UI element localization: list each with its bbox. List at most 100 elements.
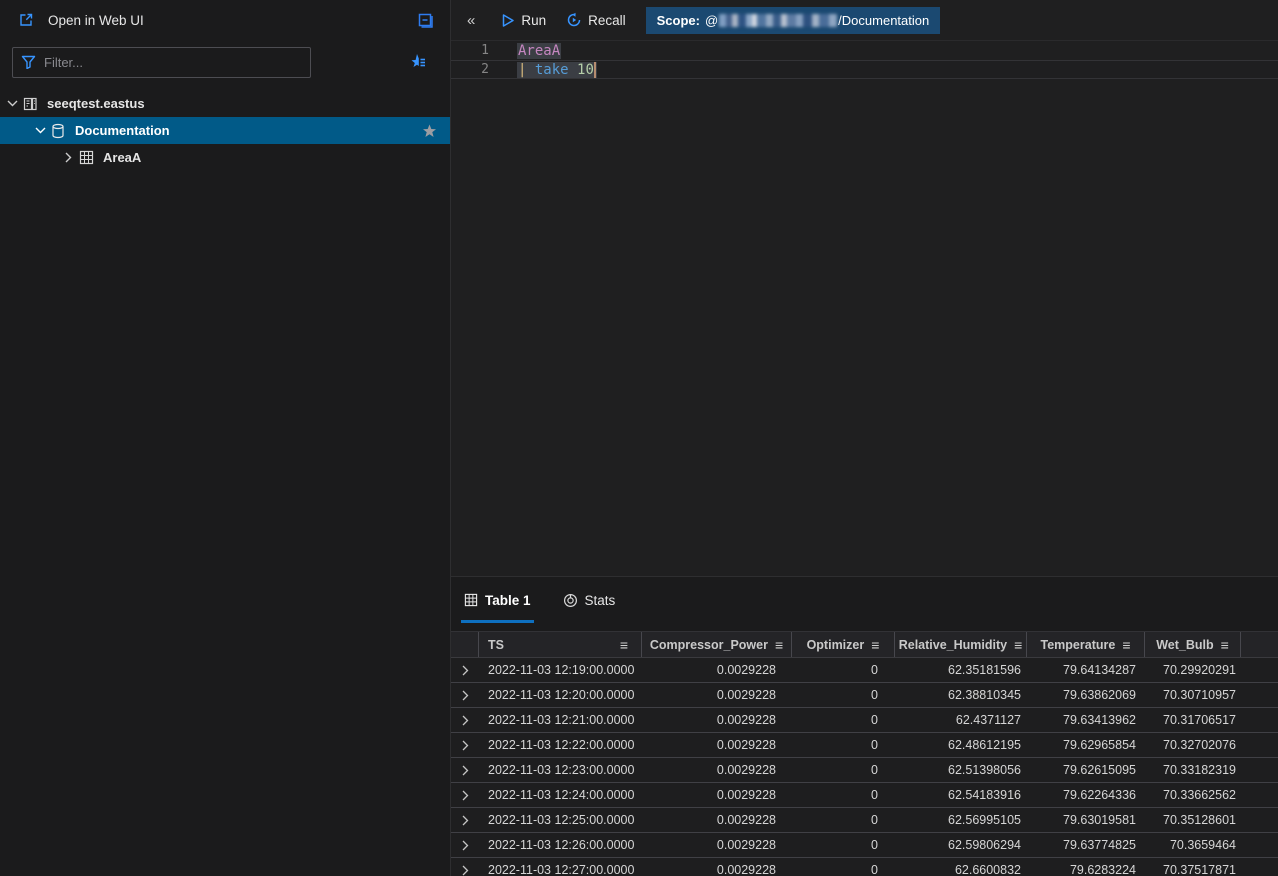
cell-optimizer: 0 (792, 758, 895, 782)
table-icon (464, 593, 478, 607)
sidebar-title[interactable]: Open in Web UI (48, 13, 144, 28)
row-expander[interactable] (451, 858, 479, 876)
cell-optimizer: 0 (792, 683, 895, 707)
chevron-right-icon[interactable] (60, 152, 76, 163)
cell-temperature: 79.62965854 (1027, 733, 1145, 757)
editor-line: 1 AreaA (451, 41, 1278, 60)
row-expander[interactable] (451, 733, 479, 757)
column-menu-icon[interactable]: ≡ (1014, 638, 1022, 652)
column-header-ts[interactable]: TS ≡ (479, 632, 642, 657)
filter-bar (0, 40, 450, 84)
cell-relative-humidity: 62.4371127 (895, 708, 1027, 732)
token-pipe: | (518, 62, 526, 78)
editor-line-current: 2 | take 10 (451, 60, 1278, 79)
table-row[interactable]: 2022-11-03 12:20:00.0000 0.0029228 0 62.… (451, 683, 1278, 708)
cell-compressor-power: 0.0029228 (642, 658, 792, 682)
cell-optimizer: 0 (792, 783, 895, 807)
column-menu-icon[interactable]: ≡ (871, 638, 879, 652)
database-icon (48, 123, 68, 139)
table-row[interactable]: 2022-11-03 12:26:00.0000 0.0029228 0 62.… (451, 833, 1278, 858)
column-menu-icon[interactable]: ≡ (1221, 638, 1229, 652)
row-expander[interactable] (451, 783, 479, 807)
cell-ts: 2022-11-03 12:19:00.0000 (479, 658, 642, 682)
run-button[interactable]: Run (495, 13, 552, 28)
star-icon[interactable] (422, 124, 437, 138)
row-expander[interactable] (451, 833, 479, 857)
cell-compressor-power: 0.0029228 (642, 683, 792, 707)
column-header-wet-bulb[interactable]: Wet_Bulb ≡ (1145, 632, 1241, 657)
cell-wet-bulb: 70.33182319 (1145, 758, 1241, 782)
grid-header-row: TS ≡ Compressor_Power ≡ Optimizer ≡ Rela… (451, 631, 1278, 658)
cell-compressor-power: 0.0029228 (642, 808, 792, 832)
panel-layout-icon[interactable] (414, 8, 438, 32)
app-window: Open in Web UI (0, 0, 1278, 876)
table-row[interactable]: 2022-11-03 12:19:00.0000 0.0029228 0 62.… (451, 658, 1278, 683)
query-editor[interactable]: 1 AreaA 2 | take 10 (451, 41, 1278, 576)
chevron-right-icon (462, 765, 469, 776)
row-expander[interactable] (451, 683, 479, 707)
text-cursor (594, 62, 596, 78)
column-menu-icon[interactable]: ≡ (620, 638, 628, 652)
row-expander[interactable] (451, 708, 479, 732)
cell-compressor-power: 0.0029228 (642, 833, 792, 857)
tree-item-label: seeqtest.eastus (47, 96, 145, 111)
token-number: 10 (577, 62, 594, 78)
chevron-right-icon (462, 740, 469, 751)
chevron-right-icon (462, 715, 469, 726)
column-menu-icon[interactable]: ≡ (1122, 638, 1130, 652)
run-icon (501, 13, 515, 28)
line-number: 1 (451, 43, 517, 58)
chevron-down-icon[interactable] (32, 127, 48, 134)
filter-box[interactable] (12, 47, 311, 78)
header-expander-cell (451, 632, 479, 657)
table-row[interactable]: 2022-11-03 12:21:00.0000 0.0029228 0 62.… (451, 708, 1278, 733)
table-row[interactable]: 2022-11-03 12:22:00.0000 0.0029228 0 62.… (451, 733, 1278, 758)
cell-optimizer: 0 (792, 833, 895, 857)
table-row[interactable]: 2022-11-03 12:25:00.0000 0.0029228 0 62.… (451, 808, 1278, 833)
filter-input[interactable] (44, 55, 302, 70)
cell-wet-bulb: 70.29920291 (1145, 658, 1241, 682)
open-external-icon[interactable] (14, 8, 38, 32)
cell-optimizer: 0 (792, 658, 895, 682)
table-row[interactable]: 2022-11-03 12:23:00.0000 0.0029228 0 62.… (451, 758, 1278, 783)
cell-compressor-power: 0.0029228 (642, 733, 792, 757)
table-row[interactable]: 2022-11-03 12:24:00.0000 0.0029228 0 62.… (451, 783, 1278, 808)
cell-relative-humidity: 62.6600832 (895, 858, 1027, 876)
cell-relative-humidity: 62.56995105 (895, 808, 1027, 832)
cell-temperature: 79.62264336 (1027, 783, 1145, 807)
cell-compressor-power: 0.0029228 (642, 783, 792, 807)
row-expander[interactable] (451, 758, 479, 782)
row-expander[interactable] (451, 808, 479, 832)
table-icon (76, 150, 96, 165)
column-menu-icon[interactable]: ≡ (775, 638, 783, 652)
collapse-icon[interactable]: « (467, 12, 475, 29)
results-tabs: Table 1 Stats (451, 577, 1278, 623)
cell-ts: 2022-11-03 12:25:00.0000 (479, 808, 642, 832)
token-keyword: take (535, 62, 569, 78)
favorites-filter-icon[interactable] (406, 50, 430, 74)
cell-optimizer: 0 (792, 858, 895, 876)
row-expander[interactable] (451, 658, 479, 682)
recall-button[interactable]: Recall (560, 12, 632, 28)
grid-body: 2022-11-03 12:19:00.0000 0.0029228 0 62.… (451, 658, 1278, 876)
table-row[interactable]: 2022-11-03 12:27:00.0000 0.0029228 0 62.… (451, 858, 1278, 876)
column-header-compressor-power[interactable]: Compressor_Power ≡ (642, 632, 792, 657)
tab-table-1[interactable]: Table 1 (461, 577, 534, 623)
tab-stats[interactable]: Stats (560, 577, 619, 623)
connection-tree: seeqtest.eastus Documentation (0, 90, 450, 171)
column-header-relative-humidity[interactable]: Relative_Humidity ≡ (895, 632, 1027, 657)
tree-item-cluster[interactable]: seeqtest.eastus (0, 90, 450, 117)
scope-badge[interactable]: Scope: @ /Documentation (646, 7, 941, 34)
sidebar: Open in Web UI (0, 0, 451, 876)
chevron-down-icon[interactable] (4, 100, 20, 107)
cell-compressor-power: 0.0029228 (642, 858, 792, 876)
results-panel: Table 1 Stats TS ≡ (451, 576, 1278, 876)
cell-wet-bulb: 70.31706517 (1145, 708, 1241, 732)
tree-item-database[interactable]: Documentation (0, 117, 450, 144)
cell-relative-humidity: 62.38810345 (895, 683, 1027, 707)
cell-compressor-power: 0.0029228 (642, 758, 792, 782)
column-header-optimizer[interactable]: Optimizer ≡ (792, 632, 895, 657)
tree-item-table[interactable]: AreaA (0, 144, 450, 171)
column-header-temperature[interactable]: Temperature ≡ (1027, 632, 1145, 657)
query-toolbar: « Run Recall Scope: @ /Documentation (451, 0, 1278, 41)
